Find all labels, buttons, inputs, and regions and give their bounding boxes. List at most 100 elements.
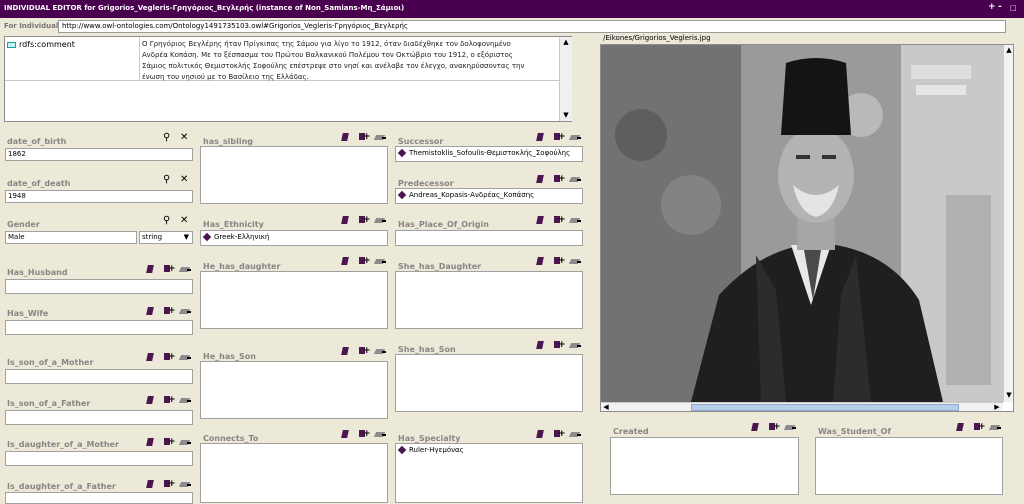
create-instance-icon[interactable]	[536, 174, 546, 184]
scroll-thumb[interactable]	[691, 404, 959, 411]
scroll-up-icon[interactable]: ▲	[1005, 46, 1013, 54]
remove-value-icon[interactable]	[375, 429, 386, 439]
create-instance-icon[interactable]	[146, 306, 156, 316]
remove-value-icon[interactable]	[375, 346, 386, 356]
create-instance-icon[interactable]	[146, 437, 156, 447]
scroll-right-icon[interactable]: ▶	[993, 403, 1001, 411]
gender-field[interactable]: Male	[5, 231, 137, 244]
she-has-son-list[interactable]	[395, 354, 583, 412]
find-icon[interactable]: ⚲	[163, 175, 173, 185]
comment-value[interactable]: Ο Γρηγόριος Βεγλέρης ήταν Πρίγκιπας της …	[142, 39, 534, 83]
date-of-birth-field[interactable]: 1862	[5, 148, 193, 161]
scroll-up-icon[interactable]: ▲	[562, 38, 570, 46]
has-ethnicity-list[interactable]: Greek-Ελληνική	[200, 230, 388, 246]
restore-button[interactable]: □	[1010, 4, 1017, 12]
add-value-icon[interactable]	[163, 437, 176, 447]
create-instance-icon[interactable]	[341, 132, 351, 142]
has-specialty-list[interactable]: Ruler-Ηγεμόνας	[395, 443, 583, 503]
list-item[interactable]: Themistoklis_Sofoulis-Θεμιστοκλής_Σοφούλ…	[397, 148, 570, 158]
list-item[interactable]: Greek-Ελληνική	[202, 232, 269, 242]
add-value-icon[interactable]	[163, 264, 176, 274]
add-value-icon[interactable]	[163, 479, 176, 489]
add-value-icon[interactable]	[553, 340, 566, 350]
connects-to-list[interactable]	[200, 443, 388, 503]
create-instance-icon[interactable]	[536, 429, 546, 439]
add-value-icon[interactable]	[358, 215, 371, 225]
find-icon[interactable]: ⚲	[163, 216, 173, 226]
add-value-icon[interactable]	[163, 306, 176, 316]
add-value-icon[interactable]	[163, 352, 176, 362]
add-value-icon[interactable]	[358, 132, 371, 142]
predecessor-list[interactable]: Andreas_Kopasis-Ανδρέας_Κοπάσης	[395, 188, 583, 204]
create-instance-icon[interactable]	[146, 479, 156, 489]
add-value-icon[interactable]	[553, 256, 566, 266]
create-instance-icon[interactable]	[341, 215, 351, 225]
create-instance-icon[interactable]	[956, 422, 966, 432]
add-value-icon[interactable]	[163, 395, 176, 405]
list-item[interactable]: Ruler-Ηγεμόνας	[397, 445, 464, 455]
create-instance-icon[interactable]	[146, 395, 156, 405]
maximize-button[interactable]: +	[988, 2, 996, 12]
remove-value-icon[interactable]	[180, 395, 191, 405]
add-value-icon[interactable]	[553, 215, 566, 225]
image-vertical-scrollbar[interactable]: ▲ ▼	[1003, 45, 1013, 402]
remove-value-icon[interactable]	[375, 215, 386, 225]
gender-type-select[interactable]: string ▼	[139, 231, 193, 244]
create-instance-icon[interactable]	[751, 422, 761, 432]
create-instance-icon[interactable]	[146, 352, 156, 362]
delete-icon[interactable]: ✕	[180, 216, 190, 226]
remove-value-icon[interactable]	[180, 264, 191, 274]
scroll-down-icon[interactable]: ▼	[562, 111, 570, 119]
image-horizontal-scrollbar[interactable]: ◀ ▶	[601, 402, 1003, 411]
create-instance-icon[interactable]	[536, 256, 546, 266]
list-item[interactable]: Andreas_Kopasis-Ανδρέας_Κοπάσης	[397, 190, 534, 200]
add-value-icon[interactable]	[358, 256, 371, 266]
remove-value-icon[interactable]	[570, 215, 581, 225]
add-value-icon[interactable]	[768, 422, 781, 432]
add-value-icon[interactable]	[553, 429, 566, 439]
created-list[interactable]	[610, 437, 799, 495]
create-instance-icon[interactable]	[146, 264, 156, 274]
is-son-of-father-list[interactable]	[5, 410, 193, 425]
create-instance-icon[interactable]	[536, 340, 546, 350]
date-of-death-field[interactable]: 1948	[5, 190, 193, 203]
create-instance-icon[interactable]	[341, 429, 351, 439]
he-has-daughter-list[interactable]	[200, 271, 388, 329]
delete-icon[interactable]: ✕	[180, 175, 190, 185]
he-has-son-list[interactable]	[200, 361, 388, 419]
scroll-left-icon[interactable]: ◀	[602, 403, 610, 411]
minimize-button[interactable]: -	[998, 2, 1002, 12]
add-value-icon[interactable]	[358, 429, 371, 439]
is-daughter-of-mother-list[interactable]	[5, 451, 193, 466]
remove-value-icon[interactable]	[570, 132, 581, 142]
is-daughter-of-father-list[interactable]	[5, 492, 193, 504]
remove-value-icon[interactable]	[570, 429, 581, 439]
remove-value-icon[interactable]	[785, 422, 796, 432]
remove-value-icon[interactable]	[570, 340, 581, 350]
create-instance-icon[interactable]	[341, 346, 351, 356]
remove-value-icon[interactable]	[570, 174, 581, 184]
table-row[interactable]: rdfs:comment Ο Γρηγόριος Βεγλέρης ήταν Π…	[5, 37, 573, 81]
has-husband-list[interactable]	[5, 279, 193, 294]
has-sibling-list[interactable]	[200, 146, 388, 204]
remove-value-icon[interactable]	[375, 132, 386, 142]
remove-value-icon[interactable]	[180, 437, 191, 447]
add-value-icon[interactable]	[973, 422, 986, 432]
was-student-of-list[interactable]	[815, 437, 1003, 495]
scroll-down-icon[interactable]: ▼	[1005, 391, 1013, 399]
delete-icon[interactable]: ✕	[180, 133, 190, 143]
remove-value-icon[interactable]	[180, 479, 191, 489]
successor-list[interactable]: Themistoklis_Sofoulis-Θεμιστοκλής_Σοφούλ…	[395, 146, 583, 162]
add-value-icon[interactable]	[358, 346, 371, 356]
create-instance-icon[interactable]	[341, 256, 351, 266]
has-place-of-origin-list[interactable]	[395, 230, 583, 246]
find-icon[interactable]: ⚲	[163, 133, 173, 143]
add-value-icon[interactable]	[553, 174, 566, 184]
create-instance-icon[interactable]	[536, 215, 546, 225]
individual-uri-field[interactable]: http://www.owl-ontologies.com/Ontology14…	[58, 20, 1006, 33]
image-viewer[interactable]: ▲ ▼ ◀ ▶	[600, 44, 1014, 412]
remove-value-icon[interactable]	[990, 422, 1001, 432]
remove-value-icon[interactable]	[180, 306, 191, 316]
add-value-icon[interactable]	[553, 132, 566, 142]
she-has-daughter-list[interactable]	[395, 271, 583, 329]
